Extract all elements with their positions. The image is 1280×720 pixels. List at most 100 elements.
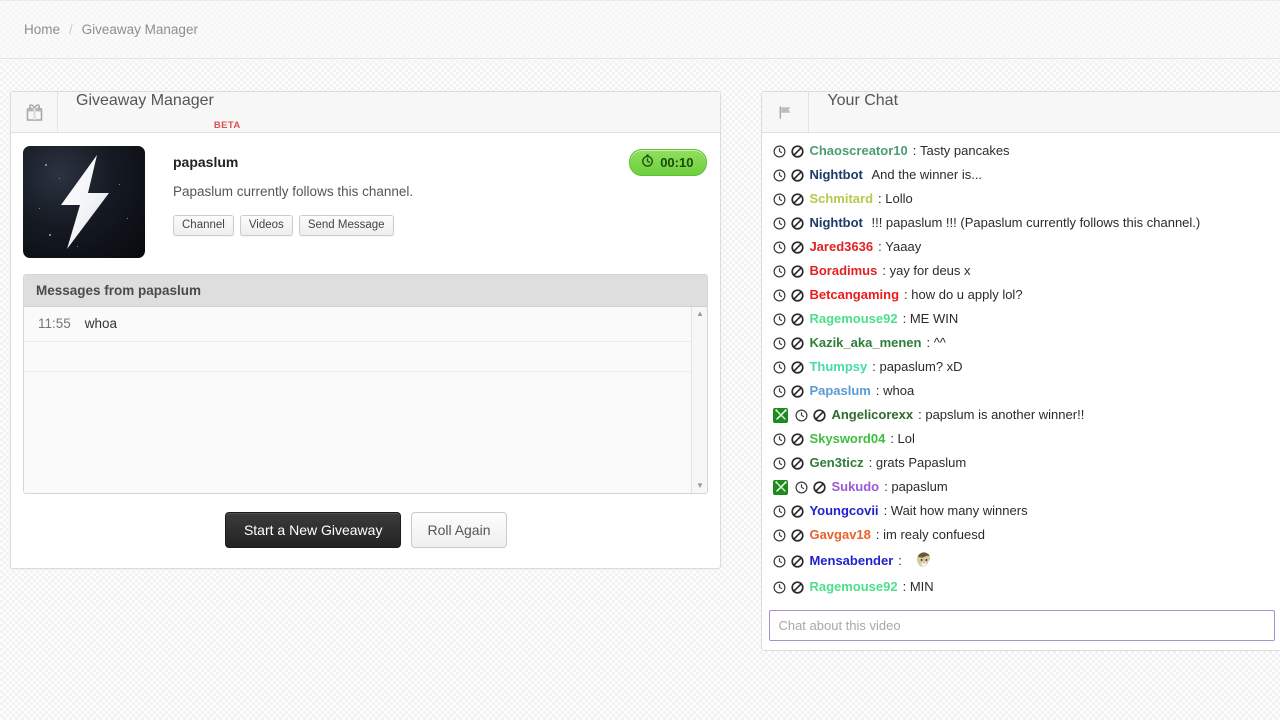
ban-icon[interactable] [791,336,805,350]
ban-icon[interactable] [791,504,805,518]
breadcrumb-home-link[interactable]: Home [24,22,60,37]
ban-icon[interactable] [791,360,805,374]
chat-username[interactable]: Nightbot [809,166,862,184]
ban-icon[interactable] [813,408,827,422]
ban-icon[interactable] [791,192,805,206]
chat-message-row: Skysword04: Lol [762,427,1280,451]
chat-message-row: Betcangaming: how do u apply lol? [762,283,1280,307]
roll-again-button[interactable]: Roll Again [411,512,507,548]
clock-icon[interactable] [773,456,786,470]
giveaway-footer: Start a New Giveaway Roll Again [23,494,708,568]
mod-swords-badge [773,479,789,495]
send-message-button[interactable]: Send Message [298,215,394,236]
clock-icon[interactable] [773,384,786,398]
ban-icon[interactable] [791,580,805,594]
chat-message-text: : whoa [875,383,915,398]
scroll-up-arrow-icon[interactable]: ▲ [696,310,704,318]
chat-username[interactable]: Gavgav18 [809,526,870,544]
messages-box: Messages from papaslum 11:55 whoa ▲ ▼ [23,274,709,494]
clock-icon[interactable] [773,528,786,542]
beta-label: BETA [213,120,241,131]
scrollbar[interactable]: ▲ ▼ [691,307,708,493]
chat-message-text: : papaslum [884,479,948,494]
chat-username[interactable]: Ragemouse92 [809,310,897,328]
chat-message-row: Schmitard: Lollo [762,187,1280,211]
chat-message-list: Chaoscreator10: Tasty pancakes Nightbot A… [762,133,1280,603]
ban-icon[interactable] [791,312,805,326]
channel-button[interactable]: Channel [173,215,234,236]
giveaway-manager-panel: Giveaway Manager BETA 00:10 papaslum Pap… [10,91,722,569]
message-row: 11:55 whoa [24,307,692,342]
chat-message-row: Kazik_aka_menen: ^^ [762,331,1280,355]
clock-icon[interactable] [773,504,786,518]
chat-username[interactable]: Chaoscreator10 [809,142,907,160]
flag-icon [762,92,810,132]
chat-username[interactable]: Gen3ticz [809,454,863,472]
chat-username[interactable]: Sukudo [831,478,879,496]
chat-username[interactable]: Ragemouse92 [809,578,897,596]
ban-icon[interactable] [791,216,805,230]
ban-icon[interactable] [791,384,805,398]
avatar[interactable] [23,146,145,258]
clock-icon[interactable] [773,312,786,326]
clock-icon[interactable] [795,408,808,422]
timer-value: 00:10 [660,154,694,170]
videos-button[interactable]: Videos [239,215,293,236]
scroll-down-arrow-icon[interactable]: ▼ [696,482,704,490]
chat-username[interactable]: Boradimus [809,262,877,280]
chat-username[interactable]: Nightbot [809,214,862,232]
ban-icon[interactable] [791,554,805,568]
ban-icon[interactable] [791,168,805,182]
clock-icon[interactable] [773,554,786,568]
chat-username[interactable]: Mensabender [809,552,893,570]
chat-message-text: : papslum is another winner!! [918,407,1085,422]
chat-panel-title-text: Your Chat [827,92,899,109]
messages-header: Messages from papaslum [24,275,708,307]
clock-icon[interactable] [773,432,786,446]
ban-icon[interactable] [791,432,805,446]
chat-input-wrapper [762,603,1280,650]
chat-username[interactable]: Thumpsy [809,358,867,376]
ban-icon[interactable] [791,264,805,278]
mod-swords-badge [773,407,789,423]
chat-username[interactable]: Schmitard [809,190,873,208]
chat-input[interactable] [769,610,1275,641]
chat-message-row: Nightbot !!! papaslum !!! (Papaslum curr… [762,211,1280,235]
ban-icon[interactable] [791,528,805,542]
giveaway-panel-title-text: Giveaway Manager [76,92,214,109]
chat-username[interactable]: Skysword04 [809,430,885,448]
chat-message-row: Gavgav18: im realy confuesd [762,523,1280,547]
chat-message-row: Ragemouse92: ME WIN [762,307,1280,331]
chat-username[interactable]: Angelicorexx [831,406,913,424]
clock-icon[interactable] [773,336,786,350]
chat-username[interactable]: Betcangaming [809,286,899,304]
chat-username[interactable]: Youngcovii [809,502,878,520]
clock-icon[interactable] [773,144,786,158]
clock-icon[interactable] [773,216,786,230]
chat-panel: Your Chat Chaoscreator10: Tasty pancakes… [761,91,1280,651]
giveaway-body: 00:10 papaslum Papaslum currently follow… [11,133,720,568]
clock-icon[interactable] [773,360,786,374]
clock-icon[interactable] [773,264,786,278]
message-text: whoa [84,316,118,331]
chat-message-row: Youngcovii: Wait how many winners [762,499,1280,523]
chat-username[interactable]: Papaslum [809,382,870,400]
clock-icon[interactable] [773,168,786,182]
chat-message-text: And the winner is... [867,167,983,182]
ban-icon[interactable] [791,240,805,254]
ban-icon[interactable] [791,288,805,302]
chat-panel-header: Your Chat [762,92,1280,133]
chat-username[interactable]: Jared3636 [809,238,873,256]
ban-icon[interactable] [791,144,805,158]
clock-icon[interactable] [773,288,786,302]
chat-username[interactable]: Kazik_aka_menen [809,334,921,352]
ban-icon[interactable] [791,456,805,470]
chat-message-row: Papaslum : whoa [762,379,1280,403]
status-badge: 00:10 [629,149,708,176]
ban-icon[interactable] [813,480,827,494]
clock-icon[interactable] [773,580,786,594]
start-new-giveaway-button[interactable]: Start a New Giveaway [224,512,402,548]
clock-icon[interactable] [773,240,786,254]
clock-icon[interactable] [795,480,808,494]
clock-icon[interactable] [773,192,786,206]
